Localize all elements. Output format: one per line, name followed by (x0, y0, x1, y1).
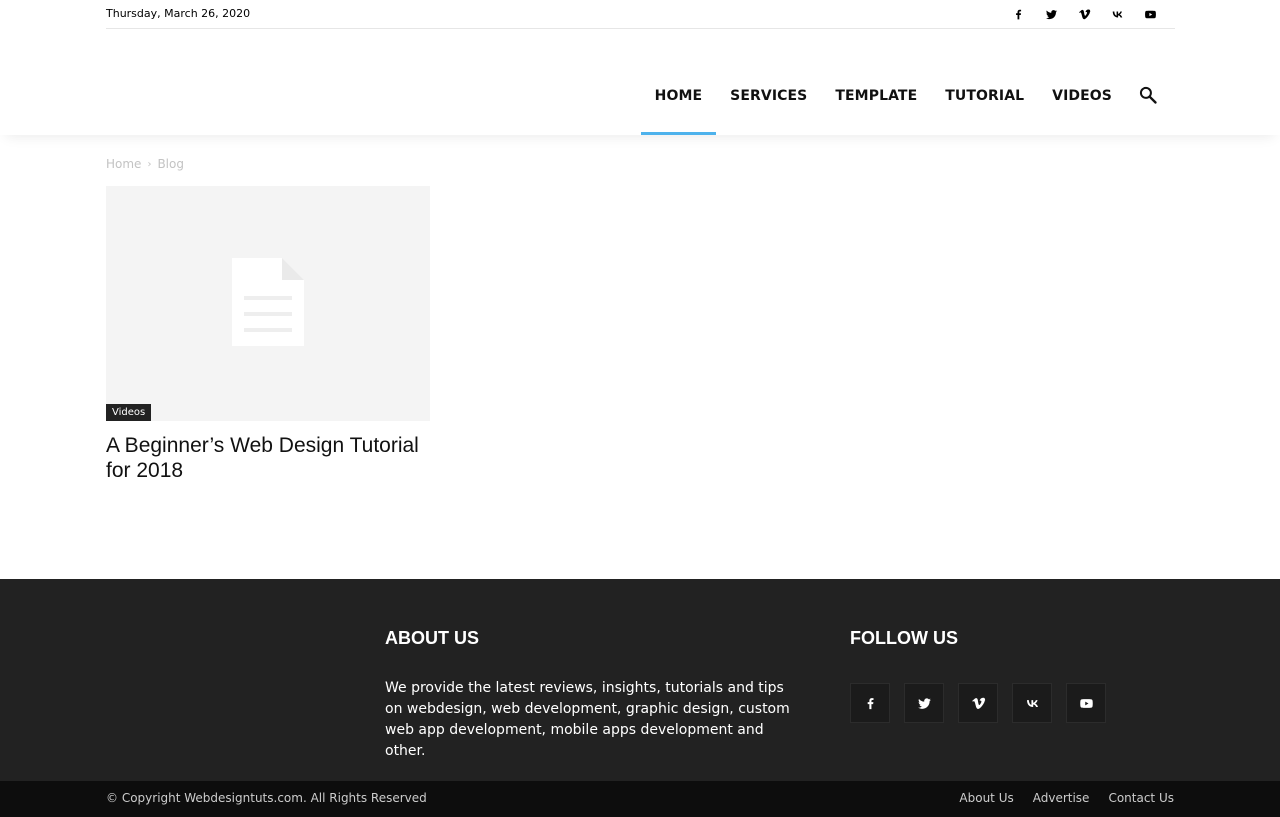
vimeo-icon[interactable] (958, 683, 998, 723)
youtube-icon[interactable] (1066, 683, 1106, 723)
sub-footer: © Copyright Webdesigntuts.com. All Right… (0, 781, 1280, 817)
about-text: We provide the latest reviews, insights,… (385, 680, 790, 759)
post-title[interactable]: A Beginner’s Web Design Tutorial for 201… (106, 433, 430, 483)
nav-item-template[interactable]: TEMPLATETEMPLATE (821, 76, 931, 135)
nav-item-services[interactable]: SERVICESSERVICES (716, 76, 821, 135)
main-nav: HOMEHOME SERVICESSERVICES TEMPLATETEMPLA… (640, 76, 1126, 135)
breadcrumb-home-link[interactable]: Home (106, 157, 141, 171)
facebook-icon[interactable] (850, 683, 890, 723)
footer-link-advertise[interactable]: Advertise (1033, 791, 1090, 805)
category-badge[interactable]: Videos (106, 404, 152, 421)
nav-item-home[interactable]: HOMEHOME (640, 76, 717, 135)
vk-icon[interactable] (1101, 4, 1134, 24)
twitter-icon[interactable] (1035, 4, 1068, 24)
footer-link-about-us[interactable]: About Us (959, 791, 1013, 805)
top-bar: Thursday, March 26, 2020 (106, 0, 1175, 29)
footer-link-contact-us[interactable]: Contact Us (1108, 791, 1174, 805)
twitter-icon[interactable] (904, 683, 944, 723)
vk-icon[interactable] (1012, 683, 1052, 723)
about-heading: ABOUT US (385, 628, 479, 648)
vimeo-icon[interactable] (1068, 4, 1101, 24)
youtube-icon[interactable] (1134, 4, 1167, 24)
facebook-icon[interactable] (1002, 4, 1035, 24)
breadcrumb: Home › Blog (106, 157, 184, 171)
nav-item-tutorial[interactable]: TUTORIALTUTORIAL (931, 76, 1038, 135)
post-thumbnail[interactable] (106, 186, 430, 421)
follow-heading: FOLLOW US (850, 628, 958, 648)
nav-item-videos[interactable]: VIDEOSVIDEOS (1038, 76, 1126, 135)
top-social-links (1002, 4, 1167, 24)
current-date: Thursday, March 26, 2020 (106, 7, 251, 20)
site-header: HOMEHOME SERVICESSERVICES TEMPLATETEMPLA… (0, 29, 1280, 135)
document-placeholder-icon (232, 258, 304, 346)
breadcrumb-current: Blog (157, 157, 184, 171)
site-footer: ABOUT US We provide the latest reviews, … (0, 579, 1280, 781)
search-icon[interactable] (1138, 85, 1162, 109)
copyright-text: © Copyright Webdesigntuts.com. All Right… (106, 791, 427, 805)
footer-links: About Us Advertise Contact Us (959, 791, 1174, 805)
footer-social-links (850, 683, 1106, 723)
chevron-right-icon: › (147, 158, 152, 170)
